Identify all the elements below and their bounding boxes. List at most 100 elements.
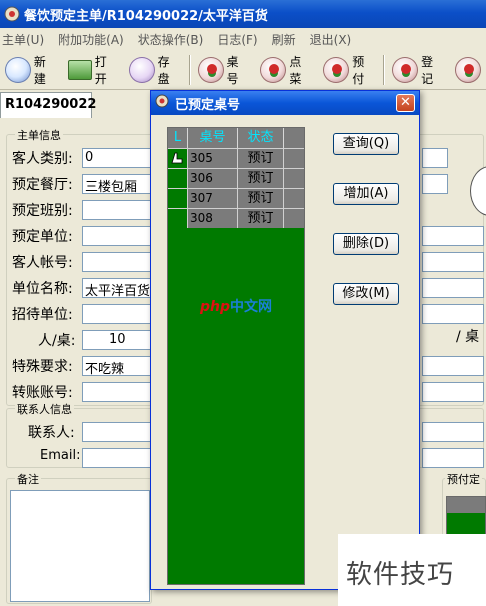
dialog-title: 已预定桌号 — [175, 97, 241, 113]
order-button[interactable]: 点菜 — [255, 52, 318, 88]
table-status: 预订 — [238, 209, 284, 228]
special-field[interactable]: 不吃辣 — [82, 356, 152, 376]
grid-header-l: L — [168, 128, 188, 148]
window-title: 餐饮预定主单/R104290022/太平洋百货 — [24, 8, 268, 24]
menu-item-main[interactable]: 主单(U) — [2, 31, 44, 48]
table-row[interactable]: 307 预订 — [168, 188, 304, 208]
per-table-unit: / 桌 — [456, 329, 480, 345]
open-label: 打开 — [94, 54, 107, 86]
contact-field[interactable] — [82, 422, 152, 442]
guest-type-field[interactable]: 0 — [82, 148, 152, 168]
account-field[interactable] — [82, 252, 152, 272]
row-indicator — [168, 189, 188, 208]
save-label: 存盘 — [157, 54, 170, 86]
right-email-field[interactable] — [422, 448, 484, 468]
edit-button[interactable]: 修改(M) — [333, 283, 399, 305]
prepay-label: 预付 — [352, 54, 365, 86]
watermark-brand-2: 中文网 — [230, 299, 273, 315]
tab-order[interactable]: R104290022 — [0, 92, 96, 118]
email-label: Email: — [40, 448, 81, 463]
company-label: 单位名称: — [12, 281, 73, 297]
right-field-4[interactable] — [422, 252, 484, 272]
table-status: 预订 — [238, 169, 284, 188]
dialog-icon — [155, 94, 169, 112]
table-row[interactable]: 306 预订 — [168, 168, 304, 188]
table-button[interactable]: 桌号 — [193, 52, 256, 88]
email-field[interactable] — [82, 448, 152, 468]
reserved-tables-grid[interactable]: L 桌号 状态 305 预订 306 预订 307 预订 308 预订 — [167, 127, 305, 585]
menubar: 主单(U) 附加功能(A) 状态操作(B) 日志(F) 刷新 退出(X) — [0, 28, 486, 50]
right-field-6[interactable] — [422, 304, 484, 324]
table-status: 预订 — [238, 149, 284, 168]
save-button[interactable]: 存盘 — [124, 52, 187, 88]
table-number: 305 — [188, 149, 238, 168]
hall-label: 预定餐厅: — [12, 177, 73, 193]
unit-label: 预定单位: — [12, 229, 73, 245]
right-field-8[interactable] — [422, 382, 484, 402]
shift-field[interactable] — [82, 200, 152, 220]
menu-item-exit[interactable]: 退出(X) — [310, 31, 352, 48]
table-label: 桌号 — [226, 54, 239, 86]
row-indicator — [168, 149, 188, 168]
right-field-5[interactable] — [422, 278, 484, 298]
order-icon — [260, 56, 287, 83]
transfer-label: 转账账号: — [12, 385, 73, 401]
menu-item-extra[interactable]: 附加功能(A) — [58, 31, 124, 48]
table-number: 308 — [188, 209, 238, 228]
row-indicator — [168, 169, 188, 188]
company-field[interactable]: 太平洋百货 — [82, 278, 152, 298]
prepay-title: 预付定 — [445, 471, 482, 487]
query-button[interactable]: 查询(Q) — [333, 133, 399, 155]
open-button[interactable]: 打开 — [63, 52, 124, 88]
register-label: 登记 — [421, 54, 434, 86]
add-button[interactable]: 增加(A) — [333, 183, 399, 205]
remarks-textarea[interactable] — [10, 490, 150, 602]
grid-header-table[interactable]: 桌号 — [188, 128, 238, 148]
window-titlebar: 餐饮预定主单/R104290022/太平洋百货 — [0, 0, 486, 28]
new-button[interactable]: 新建 — [0, 52, 63, 88]
app-icon — [4, 6, 20, 22]
register-button[interactable]: 登记 — [387, 52, 450, 88]
watermark-brand-1: php — [200, 299, 231, 315]
table-icon — [197, 56, 224, 83]
right-field-3[interactable] — [422, 226, 484, 246]
menu-item-refresh[interactable]: 刷新 — [272, 31, 296, 48]
hall-field[interactable]: 三楼包厢 — [82, 174, 152, 194]
transfer-field[interactable] — [82, 382, 152, 402]
table-status: 预订 — [238, 189, 284, 208]
right-contact-field[interactable] — [422, 422, 484, 442]
open-icon — [67, 59, 92, 80]
contact-label: 联系人: — [28, 425, 75, 441]
table-number: 306 — [188, 169, 238, 188]
right-field-2[interactable] — [422, 174, 448, 194]
right-field-1[interactable] — [422, 148, 448, 168]
delete-button[interactable]: 删除(D) — [333, 233, 399, 255]
per-table-field[interactable]: 10 — [82, 330, 152, 350]
table-row[interactable]: 305 预订 — [168, 148, 304, 168]
grid-header-status[interactable]: 状态 — [238, 128, 284, 148]
table-number: 307 — [188, 189, 238, 208]
save-icon — [128, 56, 155, 83]
extra-button[interactable] — [450, 52, 486, 88]
reserved-tables-dialog: 已预定桌号 ✕ L 桌号 状态 305 预订 306 预订 307 预订 308… — [150, 90, 420, 590]
table-row[interactable]: 308 预订 — [168, 208, 304, 228]
unit-field[interactable] — [82, 226, 152, 246]
toolbar: 新建 打开 存盘 桌号 点菜 预付 登记 — [0, 50, 486, 90]
guest-type-label: 客人类别: — [12, 151, 73, 167]
right-field-7[interactable] — [422, 356, 484, 376]
main-info-title: 主单信息 — [15, 127, 63, 143]
hand-pointer-icon — [171, 152, 183, 164]
prepay-button[interactable]: 预付 — [318, 52, 381, 88]
new-label: 新建 — [33, 54, 46, 86]
prepay-icon — [323, 56, 350, 83]
shift-label: 预定班别: — [12, 203, 73, 219]
toolbar-separator — [383, 54, 386, 85]
extra-icon — [455, 56, 482, 83]
special-label: 特殊要求: — [12, 359, 73, 375]
close-icon[interactable]: ✕ — [396, 94, 415, 112]
watermark: php中文网 — [200, 296, 272, 316]
menu-item-log[interactable]: 日志(F) — [217, 31, 257, 48]
menu-item-status[interactable]: 状态操作(B) — [138, 31, 204, 48]
corner-text: 软件技巧 — [346, 560, 455, 590]
reception-field[interactable] — [82, 304, 152, 324]
